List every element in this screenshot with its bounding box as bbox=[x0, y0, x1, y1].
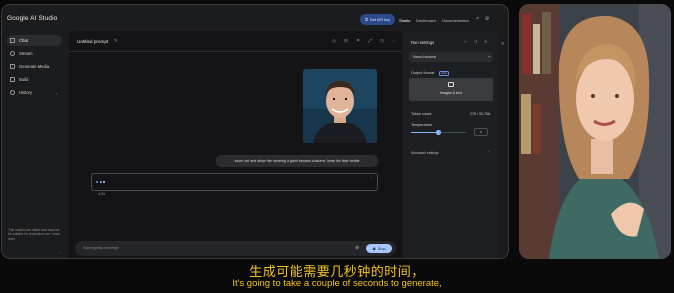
chevron-down-icon: ▾ bbox=[488, 55, 490, 59]
user-message-text: zoom out and show him wearing a giant ba… bbox=[234, 159, 360, 163]
compare-icon[interactable]: ◎ bbox=[331, 38, 337, 44]
stop-label: Stop bbox=[377, 246, 386, 251]
code-icon[interactable]: ⊟ bbox=[343, 38, 349, 44]
history-icon bbox=[10, 90, 15, 95]
settings-gear-icon[interactable]: ⚙ bbox=[484, 16, 490, 22]
prompt-input[interactable]: Start typing a prompt ⊕ ◉ Stop bbox=[75, 241, 396, 256]
temperature-slider-fill bbox=[411, 132, 439, 134]
chat-canvas: Untitled prompt ✎ ◎ ⊟ ⌗ ⤢ ◷ ⋮ zoom out a… bbox=[69, 31, 402, 258]
key-icon: ⚿ bbox=[365, 17, 368, 22]
temperature-label: Temperature bbox=[411, 123, 433, 127]
model-response-loading: ⋮ bbox=[91, 173, 378, 191]
media-icon bbox=[10, 64, 15, 69]
token-count-label: Token count bbox=[411, 112, 432, 116]
portrait-illustration bbox=[303, 69, 377, 143]
sidebar-item-history[interactable]: History ⌄ bbox=[7, 87, 62, 98]
add-media-icon[interactable]: ⊕ bbox=[355, 245, 359, 251]
right-rail: ⚙ bbox=[499, 31, 508, 258]
sidebar-footer-note: This model's are stable and may not be s… bbox=[8, 228, 60, 241]
presenter-webcam bbox=[519, 4, 671, 259]
sidebar-item-chat[interactable]: Chat bbox=[7, 35, 62, 46]
external-link-icon[interactable]: ↗ bbox=[474, 16, 480, 22]
output-format-value: Images & text bbox=[440, 91, 462, 95]
chevron-up-icon[interactable]: ⌃ bbox=[487, 151, 490, 155]
get-api-key-label: Get API key bbox=[369, 17, 390, 22]
collapse-sidebar-icon[interactable]: ‹ bbox=[60, 250, 61, 255]
chevron-down-icon: ⌄ bbox=[54, 90, 58, 95]
elapsed-time: 4.2s bbox=[98, 192, 106, 196]
code-brackets-icon[interactable]: ‹› bbox=[464, 39, 467, 44]
sidebar-item-label: Stream bbox=[19, 51, 33, 56]
subtitle-english: It's going to take a couple of seconds t… bbox=[232, 278, 442, 289]
advanced-settings-toggle[interactable]: Advanced settings bbox=[411, 151, 439, 155]
share-icon[interactable]: ⌗ bbox=[355, 38, 361, 44]
more-options-icon[interactable]: ⋮ bbox=[391, 38, 397, 44]
prompt-title[interactable]: Untitled prompt bbox=[77, 39, 108, 44]
tune-icon[interactable]: ⚙ bbox=[501, 41, 505, 46]
close-icon[interactable]: ✕ bbox=[484, 39, 488, 44]
model-selector[interactable]: Nano-banana ▾ bbox=[409, 52, 493, 62]
divider bbox=[69, 51, 402, 52]
run-settings-panel: Run settings ‹› ↺ ✕ Nano-banana ▾ Output… bbox=[404, 31, 498, 258]
presenter-illustration bbox=[519, 4, 671, 259]
nav-dashboard[interactable]: Dashboard bbox=[416, 18, 436, 23]
prompt-input-placeholder: Start typing a prompt bbox=[83, 246, 119, 250]
loading-dot bbox=[96, 181, 98, 183]
get-api-key-button[interactable]: ⚿ Get API key bbox=[360, 14, 395, 25]
sidebar-item-generate-media[interactable]: Generate Media bbox=[7, 61, 62, 72]
loading-dot bbox=[99, 181, 102, 183]
reset-icon[interactable]: ↺ bbox=[474, 39, 478, 44]
link-icon[interactable]: ⤢ bbox=[367, 38, 373, 44]
nav-documentation[interactable]: Documentation bbox=[442, 18, 469, 23]
user-message-bubble: zoom out and show him wearing a giant ba… bbox=[216, 155, 378, 167]
sidebar-item-stream[interactable]: Stream bbox=[7, 48, 62, 59]
build-icon bbox=[10, 77, 15, 82]
output-format-label: Output format bbox=[411, 71, 435, 75]
run-settings-title: Run settings bbox=[411, 40, 435, 45]
app-title: Google AI Studio bbox=[7, 15, 58, 22]
new-badge: New bbox=[439, 71, 450, 76]
stream-icon bbox=[10, 51, 15, 56]
sidebar-item-label: Generate Media bbox=[19, 64, 50, 69]
temperature-slider[interactable] bbox=[411, 130, 466, 135]
nav-studio[interactable]: Studio bbox=[399, 18, 410, 23]
loading-dot bbox=[103, 181, 105, 183]
sidebar-item-label: Chat bbox=[19, 38, 28, 43]
ai-studio-window: Google AI Studio ⚿ Get API key Studio Da… bbox=[1, 4, 509, 259]
uploaded-portrait-image[interactable] bbox=[303, 69, 377, 143]
sidebar-item-build[interactable]: Build bbox=[7, 74, 62, 85]
temperature-value: 1 bbox=[480, 130, 482, 134]
sidebar-item-label: Build bbox=[19, 77, 29, 82]
sidebar: Chat Stream Generate Media Build History… bbox=[2, 31, 68, 258]
stop-icon: ◉ bbox=[372, 247, 376, 251]
top-bar: Google AI Studio ⚿ Get API key Studio Da… bbox=[2, 5, 508, 31]
video-frame: Google AI Studio ⚿ Get API key Studio Da… bbox=[0, 0, 674, 293]
response-options-icon[interactable]: ⋮ bbox=[369, 175, 373, 180]
stop-button[interactable]: ◉ Stop bbox=[366, 244, 392, 253]
image-icon bbox=[448, 82, 454, 87]
temperature-input[interactable]: 1 bbox=[474, 128, 488, 136]
model-name: Nano-banana bbox=[413, 55, 437, 59]
temperature-slider-thumb[interactable] bbox=[436, 130, 441, 135]
chat-icon bbox=[10, 38, 15, 43]
sidebar-item-label: History bbox=[19, 90, 33, 95]
history-clock-icon[interactable]: ◷ bbox=[379, 38, 385, 44]
output-format-option[interactable]: Images & text bbox=[409, 78, 493, 101]
token-count-value: 279 / 32,768 bbox=[470, 112, 490, 116]
edit-pencil-icon[interactable]: ✎ bbox=[114, 38, 118, 44]
